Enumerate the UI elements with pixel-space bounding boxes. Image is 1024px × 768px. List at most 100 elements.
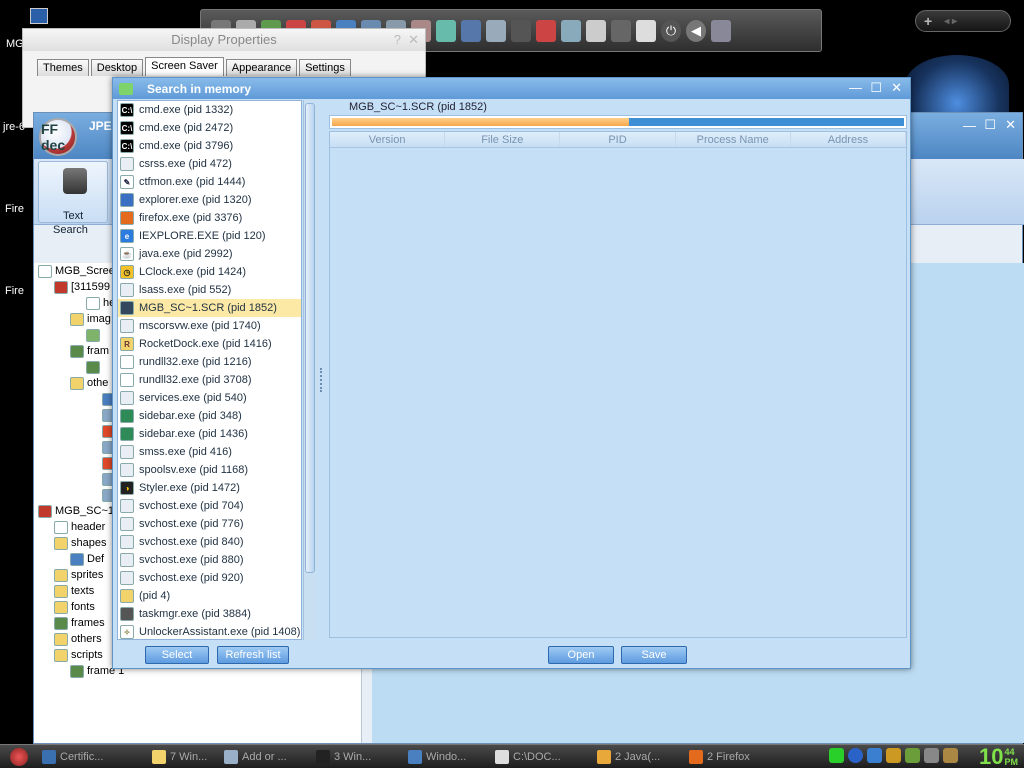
taskbar-button[interactable]: 3 Win... <box>312 747 402 767</box>
taskbar-button[interactable]: Windo... <box>404 747 489 767</box>
dock-app-icon[interactable] <box>486 19 506 42</box>
taskbar-button[interactable]: Add or ... <box>220 747 310 767</box>
process-item[interactable]: svchost.exe (pid 776) <box>118 515 301 533</box>
dock-app-icon[interactable] <box>611 19 631 42</box>
process-item[interactable]: explorer.exe (pid 1320) <box>118 191 301 209</box>
dock-app-icon[interactable] <box>636 19 656 42</box>
pen-icon: ✎ <box>120 175 134 189</box>
tray-icon[interactable] <box>848 748 863 763</box>
tray-icon[interactable] <box>924 748 939 763</box>
tab-screen-saver[interactable]: Screen Saver <box>145 57 224 76</box>
taskbar-button-label: 7 Win... <box>170 750 208 763</box>
dock-app-icon[interactable] <box>511 19 531 42</box>
minimize-button[interactable]: — <box>963 118 976 133</box>
process-item[interactable]: lsass.exe (pid 552) <box>118 281 301 299</box>
help-button[interactable]: ? <box>394 29 401 51</box>
tree-node-icon <box>54 520 68 534</box>
tab-themes[interactable]: Themes <box>37 59 89 76</box>
dock-app-icon[interactable] <box>436 19 456 42</box>
desktop-icon-label[interactable]: Fire <box>5 285 33 297</box>
column-header[interactable]: Version <box>330 132 446 147</box>
taskbar-button[interactable]: 7 Win... <box>148 747 218 767</box>
tree-node-label: others <box>71 633 102 645</box>
start-button[interactable] <box>10 747 28 766</box>
tab-appearance[interactable]: Appearance <box>225 59 298 76</box>
maximize-button[interactable]: ☐ <box>870 80 882 96</box>
close-button[interactable]: ✕ <box>1005 117 1016 133</box>
splitter-handle[interactable] <box>320 368 323 392</box>
dock-app-icon[interactable] <box>561 19 581 42</box>
display-properties-titlebar[interactable]: Display Properties ? ✕ <box>23 29 425 51</box>
open-button[interactable]: Open <box>548 646 614 664</box>
column-header[interactable]: File Size <box>445 132 561 147</box>
maximize-button[interactable]: ☐ <box>984 117 996 133</box>
process-item[interactable]: mscorsvw.exe (pid 1740) <box>118 317 301 335</box>
taskbar-button[interactable]: 2 Firefox <box>685 747 795 767</box>
process-item[interactable]: ✧ UnlockerAssistant.exe (pid 1408) <box>118 623 301 639</box>
taskmgr-icon <box>120 607 134 621</box>
process-item[interactable]: R RocketDock.exe (pid 1416) <box>118 335 301 353</box>
process-item[interactable]: services.exe (pid 540) <box>118 389 301 407</box>
text-search-button[interactable]: Text Search <box>38 161 108 236</box>
process-item[interactable]: sidebar.exe (pid 348) <box>118 407 301 425</box>
process-item[interactable]: sidebar.exe (pid 1436) <box>118 425 301 443</box>
tab-settings[interactable]: Settings <box>299 59 351 76</box>
desktop-monitor-icon[interactable] <box>30 8 48 24</box>
process-item[interactable]: MGB_SC~1.SCR (pid 1852) <box>118 299 301 317</box>
tree-node-icon <box>54 600 68 614</box>
taskbar-app-icon <box>42 749 56 764</box>
back-icon[interactable]: ◀ <box>686 19 706 42</box>
tray-icon[interactable] <box>867 748 882 763</box>
process-item[interactable]: ✎ ctfmon.exe (pid 1444) <box>118 173 301 191</box>
power-icon[interactable]: ⏻ <box>661 19 681 42</box>
process-item[interactable]: svchost.exe (pid 880) <box>118 551 301 569</box>
window-title: Search in memory <box>147 81 252 96</box>
clock[interactable]: 10 44 PM <box>979 745 1018 768</box>
tab-desktop[interactable]: Desktop <box>90 59 144 76</box>
save-button[interactable]: Save <box>621 646 687 664</box>
dock-app-icon[interactable] <box>461 19 481 42</box>
process-item[interactable]: smss.exe (pid 416) <box>118 443 301 461</box>
tray-icon[interactable] <box>886 748 901 763</box>
refresh-list-button[interactable]: Refresh list <box>217 646 289 664</box>
tray-icon[interactable] <box>943 748 958 763</box>
minimize-button[interactable]: — <box>849 80 862 95</box>
process-item[interactable]: (pid 4) <box>118 587 301 605</box>
process-item[interactable]: rundll32.exe (pid 1216) <box>118 353 301 371</box>
process-item[interactable]: C:\ cmd.exe (pid 1332) <box>118 101 301 119</box>
taskbar-button[interactable]: C:\DOC... <box>491 747 591 767</box>
process-item[interactable]: svchost.exe (pid 704) <box>118 497 301 515</box>
process-item[interactable]: svchost.exe (pid 920) <box>118 569 301 587</box>
close-button[interactable]: ✕ <box>891 80 902 96</box>
process-item[interactable]: csrss.exe (pid 472) <box>118 155 301 173</box>
process-item[interactable]: ☕ java.exe (pid 2992) <box>118 245 301 263</box>
dock-app-icon[interactable] <box>536 19 556 42</box>
column-header[interactable]: Address <box>791 132 907 147</box>
recycle-bin-icon[interactable] <box>711 19 731 42</box>
process-item[interactable]: firefox.exe (pid 3376) <box>118 209 301 227</box>
process-name: IEXPLORE.EXE (pid 120) <box>139 230 266 242</box>
dock-app-icon[interactable] <box>586 19 606 42</box>
scrollbar-thumb[interactable] <box>305 103 315 573</box>
search-titlebar[interactable]: Search in memory — ☐ ✕ <box>113 78 910 99</box>
process-item[interactable]: rundll32.exe (pid 3708) <box>118 371 301 389</box>
tray-icon[interactable] <box>829 748 844 763</box>
process-item[interactable]: spoolsv.exe (pid 1168) <box>118 461 301 479</box>
process-item[interactable]: ◑ Styler.exe (pid 1472) <box>118 479 301 497</box>
column-header[interactable]: Process Name <box>676 132 791 147</box>
desktop-icon-label[interactable]: Fire <box>5 203 33 215</box>
add-gadget-button[interactable]: + <box>924 13 932 29</box>
process-item[interactable]: svchost.exe (pid 840) <box>118 533 301 551</box>
taskbar-button[interactable]: 2 Java(... <box>593 747 683 767</box>
taskbar-button[interactable]: Certific... <box>38 747 146 767</box>
process-item[interactable]: C:\ cmd.exe (pid 2472) <box>118 119 301 137</box>
gadget-nav-arrows[interactable]: ◂ ▸ <box>944 16 957 27</box>
column-header[interactable]: PID <box>560 132 676 147</box>
process-item[interactable]: ◷ LClock.exe (pid 1424) <box>118 263 301 281</box>
select-button[interactable]: Select <box>145 646 209 664</box>
process-item[interactable]: C:\ cmd.exe (pid 3796) <box>118 137 301 155</box>
close-button[interactable]: ✕ <box>408 29 419 51</box>
process-item[interactable]: e IEXPLORE.EXE (pid 120) <box>118 227 301 245</box>
process-item[interactable]: taskmgr.exe (pid 3884) <box>118 605 301 623</box>
tray-icon[interactable] <box>905 748 920 763</box>
